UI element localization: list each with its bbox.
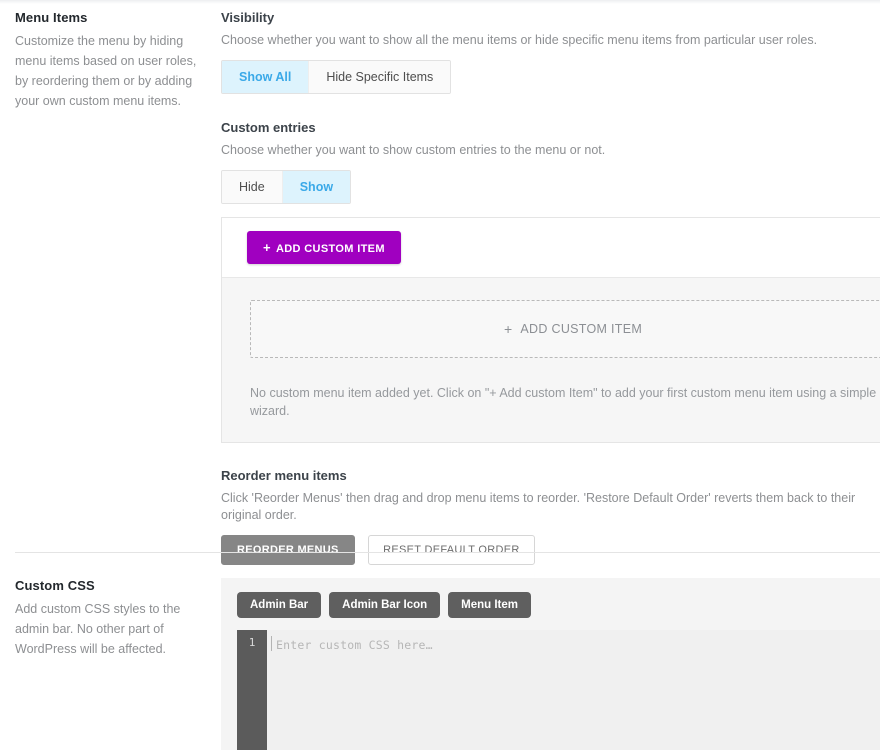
custom-entries-empty-note: No custom menu item added yet. Click on …	[250, 384, 880, 420]
reorder-description: Click 'Reorder Menus' then drag and drop…	[221, 490, 880, 524]
tab-menu-item[interactable]: Menu Item	[448, 592, 531, 618]
custom-entries-option-show[interactable]: Show	[283, 171, 350, 203]
tab-admin-bar[interactable]: Admin Bar	[237, 592, 321, 618]
visibility-description: Choose whether you want to show all the …	[221, 32, 880, 49]
custom-entries-group: Custom entries Choose whether you want t…	[221, 120, 880, 443]
tab-admin-bar-icon[interactable]: Admin Bar Icon	[329, 592, 440, 618]
visibility-option-show-all[interactable]: Show All	[222, 61, 309, 93]
visibility-toggle-group: Show All Hide Specific Items	[221, 60, 451, 94]
add-custom-item-button[interactable]: + ADD CUSTOM ITEM	[247, 231, 401, 264]
menu-items-side-column: Menu Items Customize the menu by hiding …	[15, 10, 205, 111]
custom-entries-panel-body: + ADD CUSTOM ITEM No custom menu item add…	[222, 278, 880, 442]
add-custom-item-dropzone[interactable]: + ADD CUSTOM ITEM	[250, 300, 880, 358]
custom-entries-description: Choose whether you want to show custom e…	[221, 142, 880, 159]
editor-placeholder: Enter custom CSS here…	[276, 638, 433, 652]
visibility-title: Visibility	[221, 10, 880, 25]
editor-caret	[271, 636, 272, 651]
menu-items-title: Menu Items	[15, 10, 205, 25]
custom-entries-panel: + ADD CUSTOM ITEM + ADD CUSTOM ITEM No cus…	[221, 217, 880, 443]
custom-css-description: Add custom CSS styles to the admin bar. …	[15, 599, 205, 659]
custom-css-side-column: Custom CSS Add custom CSS styles to the …	[15, 578, 205, 659]
custom-css-panel: Admin Bar Admin Bar Icon Menu Item 1 Ent…	[221, 578, 880, 750]
menu-items-main-column: Visibility Choose whether you want to sh…	[221, 10, 880, 565]
visibility-option-hide-specific-items[interactable]: Hide Specific Items	[309, 61, 450, 93]
plus-icon: +	[504, 321, 512, 337]
settings-page: Menu Items Customize the menu by hiding …	[0, 0, 880, 750]
section-divider	[15, 552, 880, 553]
custom-entries-option-hide[interactable]: Hide	[222, 171, 283, 203]
custom-css-tabs: Admin Bar Admin Bar Icon Menu Item	[237, 592, 880, 618]
menu-items-description: Customize the menu by hiding menu items …	[15, 31, 205, 111]
custom-entries-toggle-group: Hide Show	[221, 170, 351, 204]
visibility-group: Visibility Choose whether you want to sh…	[221, 10, 880, 94]
custom-entries-title: Custom entries	[221, 120, 880, 135]
reorder-menus-button[interactable]: REORDER MENUS	[221, 535, 355, 565]
reorder-title: Reorder menu items	[221, 468, 880, 483]
plus-icon: +	[263, 240, 271, 255]
add-custom-item-button-label: ADD CUSTOM ITEM	[276, 243, 385, 255]
reorder-group: Reorder menu items Click 'Reorder Menus'…	[221, 468, 880, 565]
editor-code-area[interactable]: Enter custom CSS here…	[267, 630, 880, 750]
custom-css-editor[interactable]: 1 Enter custom CSS here…	[237, 630, 880, 750]
add-custom-item-dropzone-label: ADD CUSTOM ITEM	[520, 322, 642, 336]
custom-css-title: Custom CSS	[15, 578, 205, 593]
editor-line-numbers: 1	[237, 630, 267, 750]
custom-entries-panel-header: + ADD CUSTOM ITEM	[222, 218, 880, 278]
reset-default-order-button[interactable]: RESET DEFAULT ORDER	[368, 535, 535, 565]
page-top-edge	[0, 0, 880, 4]
